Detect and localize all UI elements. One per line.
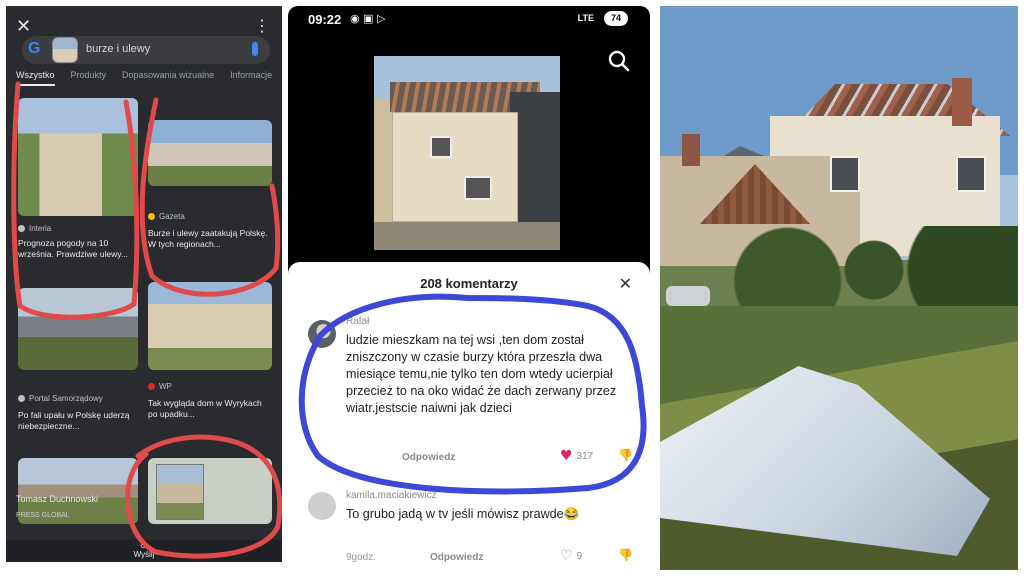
heart-icon: ♥ [560, 448, 573, 464]
like-count: 317 [576, 450, 594, 462]
lens-topbar: ✕ ⋮ G burze i ulewy [6, 6, 282, 64]
car [666, 286, 710, 306]
result-caption[interactable]: Tak wygląda dom w Wyrykach po upadku... [148, 398, 272, 420]
lens-tabs: Wszystko Produkty Dopasowania wizualne I… [16, 70, 282, 86]
tab-products[interactable]: Produkty [71, 70, 107, 86]
result-image[interactable] [18, 288, 138, 370]
result-image[interactable] [148, 120, 272, 186]
house-wall [392, 112, 518, 222]
source-icon [18, 395, 25, 402]
lens-search-box[interactable]: G burze i ulewy [22, 36, 270, 64]
result-image[interactable] [148, 282, 272, 370]
dislike-icon[interactable]: 👎 [618, 448, 633, 462]
like-count: 9 [576, 550, 583, 562]
avatar[interactable] [308, 492, 336, 520]
thumbnail-photo [156, 464, 204, 520]
result-image[interactable] [18, 98, 138, 216]
reply-button[interactable]: Odpowiedz [430, 552, 483, 563]
ground [374, 222, 560, 250]
dislike-icon[interactable]: 👎 [618, 548, 633, 562]
window [830, 156, 860, 192]
tiktok-comments-panel: 09:22 ◉ ▣ ▷ LTE 74 208 komentarzy ✕ Rafa… [288, 6, 650, 570]
chimney [682, 134, 700, 166]
close-icon[interactable]: ✕ [16, 16, 31, 37]
like-button[interactable]: ♡ 9 [560, 548, 582, 564]
result-source: WP [148, 382, 172, 391]
source-icon [148, 383, 155, 390]
source-icon [148, 213, 155, 220]
lens-results-panel: ✕ ⋮ G burze i ulewy Wszystko Produkty Do… [6, 6, 282, 562]
tab-all[interactable]: Wszystko [16, 70, 55, 86]
result-caption[interactable]: Burze i ulewy zaatakują Polskę. W tych r… [148, 228, 272, 250]
result-source-label: Gazeta [159, 212, 185, 221]
result-source-label: Portal Samorządowy [29, 394, 103, 403]
comment-time: 9godz. [346, 552, 377, 563]
share-icon[interactable]: ⊙ [140, 541, 147, 550]
tab-about[interactable]: Informacje [230, 70, 272, 86]
mic-icon[interactable] [252, 42, 258, 56]
comment-text: To grubo jadą w tv jeśli mówisz prawde😂 [346, 507, 580, 521]
window [956, 156, 986, 192]
network-indicator: LTE [577, 13, 594, 23]
result-image[interactable] [148, 458, 272, 524]
close-icon[interactable]: ✕ [619, 274, 632, 293]
news-photo-panel [660, 6, 1018, 570]
result-source: Interia [18, 224, 51, 233]
comment-text: ludzie mieszkam na tej wsi ,ten dom zost… [346, 333, 617, 415]
chimney [952, 78, 972, 126]
query-image-thumbnail[interactable] [52, 37, 78, 63]
google-logo-icon: G [28, 40, 41, 57]
result-source-label: WP [159, 382, 172, 391]
video-thumbnail[interactable] [374, 56, 560, 250]
source-icon [18, 225, 25, 232]
result-caption[interactable]: Tomasz Duchnowski [16, 494, 140, 505]
result-caption[interactable]: Po fali upału w Polskę uderzą niebezpiec… [18, 410, 138, 432]
result-source-label: Interia [29, 224, 52, 233]
heart-outline-icon: ♡ [560, 548, 573, 564]
comments-count-title: 208 komentarzy [420, 276, 518, 291]
avatar[interactable] [308, 320, 336, 348]
bottom-bar: ⊙ Wyślij [6, 540, 282, 562]
result-caption: PRESS GLOBAL [16, 512, 70, 519]
result-caption[interactable]: Prognoza pogody na 10 września. Prawdziw… [18, 238, 138, 260]
result-source: Portal Samorządowy [18, 394, 103, 403]
result-source: Gazeta [148, 212, 185, 221]
search-icon[interactable] [608, 50, 630, 72]
comment-username[interactable]: Rafał [346, 316, 369, 327]
battery-icon: 74 [604, 11, 628, 26]
comments-sheet: 208 komentarzy ✕ Rafał ludzie mieszkam n… [288, 262, 650, 570]
search-query-text[interactable]: burze i ulewy [86, 43, 150, 55]
more-options-icon[interactable]: ⋮ [254, 16, 270, 35]
notification-icons: ◉ ▣ ▷ [350, 12, 386, 25]
status-bar: 09:22 ◉ ▣ ▷ LTE 74 [288, 6, 650, 34]
share-label[interactable]: Wyślij [134, 550, 155, 559]
like-button[interactable]: ♥ 317 [560, 448, 593, 464]
reply-button[interactable]: Odpowiedz [402, 452, 455, 463]
comment-username[interactable]: kamila.maciakiewicz [346, 490, 437, 501]
status-time: 09:22 [308, 12, 342, 27]
window [430, 136, 452, 158]
collage: ✕ ⋮ G burze i ulewy Wszystko Produkty Do… [0, 0, 1024, 576]
tab-visual-matches[interactable]: Dopasowania wizualne [122, 70, 214, 86]
window [464, 176, 492, 200]
